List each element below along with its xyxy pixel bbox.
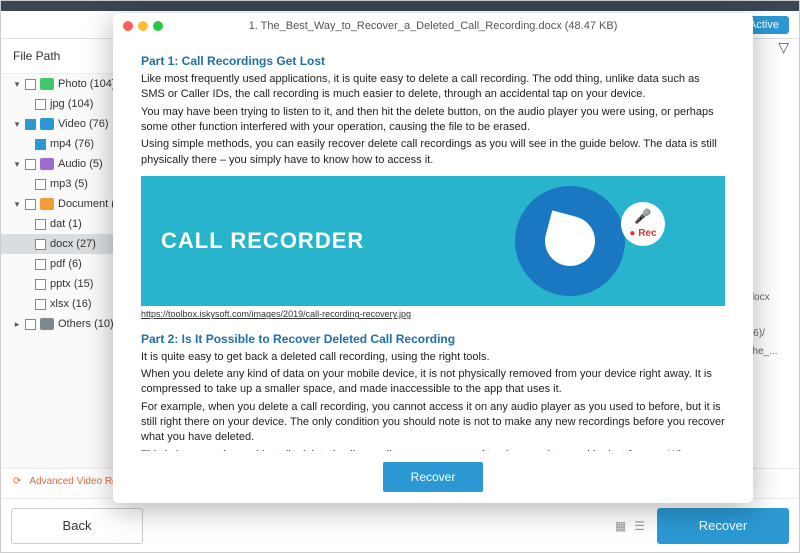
filter-icon[interactable]: ▽ <box>778 39 789 56</box>
heading-part1: Part 1: Call Recordings Get Lost <box>141 53 725 70</box>
modal-footer: Recover <box>113 451 753 503</box>
paragraph: For example, when you delete a call reco… <box>141 400 725 446</box>
tree-label: dat (1) <box>50 218 82 230</box>
tree-label: jpg (104) <box>50 98 93 110</box>
minimize-icon[interactable] <box>138 21 148 31</box>
checkbox[interactable] <box>35 299 46 310</box>
list-view-icon[interactable]: ☰ <box>634 519 645 533</box>
hero-image: CALL RECORDER 🎤● Rec <box>141 176 725 306</box>
mic-icon: 🎤 <box>634 207 651 227</box>
document-icon <box>40 198 54 210</box>
view-toggle[interactable]: ▦☰ <box>615 519 645 533</box>
checkbox[interactable] <box>35 279 46 290</box>
checkbox[interactable] <box>35 99 46 110</box>
grid-view-icon[interactable]: ▦ <box>615 519 626 533</box>
checkbox[interactable] <box>35 139 46 150</box>
chevron-right-icon: ▸ <box>13 319 21 330</box>
tree-label: mp3 (5) <box>50 178 88 190</box>
tree-label: pptx (15) <box>50 278 93 290</box>
phone-icon <box>539 211 600 272</box>
modal-title: 1. The_Best_Way_to_Recover_a_Deleted_Cal… <box>249 20 618 32</box>
traffic-lights <box>123 21 163 31</box>
recover-button[interactable]: Recover <box>657 508 789 544</box>
preview-modal: 1. The_Best_Way_to_Recover_a_Deleted_Cal… <box>113 13 753 503</box>
audio-icon <box>40 158 54 170</box>
back-button[interactable]: Back <box>11 508 143 544</box>
tree-label: Audio (5) <box>58 158 103 170</box>
phone-circle-icon <box>515 186 625 296</box>
checkbox[interactable] <box>25 159 36 170</box>
paragraph: When you delete any kind of data on your… <box>141 367 725 398</box>
tree-label: Video (76) <box>58 118 109 130</box>
checkbox[interactable] <box>25 119 36 130</box>
image-caption: https://toolbox.iskysoft.com/images/2019… <box>141 308 725 321</box>
tree-label: Others (10) <box>58 318 114 330</box>
tree-label: pdf (6) <box>50 258 82 270</box>
window-titlebar <box>1 1 799 11</box>
paragraph: Like most frequently used applications, … <box>141 72 725 103</box>
checkbox[interactable] <box>35 219 46 230</box>
checkbox[interactable] <box>25 199 36 210</box>
tree-label: Photo (104) <box>58 78 115 90</box>
rec-badge: 🎤● Rec <box>621 202 665 246</box>
checkbox[interactable] <box>25 79 36 90</box>
checkbox[interactable] <box>25 319 36 330</box>
paragraph: It is quite easy to get back a deleted c… <box>141 350 725 365</box>
paragraph: Using simple methods, you can easily rec… <box>141 137 725 168</box>
checkbox[interactable] <box>35 259 46 270</box>
paragraph: You may have been trying to listen to it… <box>141 105 725 136</box>
tree-label: mp4 (76) <box>50 138 94 150</box>
hero-text: CALL RECORDER <box>161 226 364 257</box>
tree-label: xlsx (16) <box>50 298 92 310</box>
rec-label: ● Rec <box>629 227 656 241</box>
modal-recover-button[interactable]: Recover <box>383 462 483 492</box>
modal-body[interactable]: Part 1: Call Recordings Get Lost Like mo… <box>113 39 753 451</box>
close-icon[interactable] <box>123 21 133 31</box>
others-icon <box>40 318 54 330</box>
chevron-down-icon: ▾ <box>13 119 21 130</box>
chevron-down-icon: ▾ <box>13 159 21 170</box>
chevron-down-icon: ▾ <box>13 199 21 210</box>
advanced-video-link[interactable]: Advanced Video Re <box>29 476 117 487</box>
maximize-icon[interactable] <box>153 21 163 31</box>
tree-label: docx (27) <box>50 238 96 250</box>
video-icon <box>40 118 54 130</box>
heading-part2: Part 2: Is It Possible to Recover Delete… <box>141 331 725 348</box>
tree-label: Document ( <box>58 198 115 210</box>
warning-icon: ⟳ <box>13 476 21 487</box>
modal-titlebar: 1. The_Best_Way_to_Recover_a_Deleted_Cal… <box>113 13 753 39</box>
checkbox[interactable] <box>35 239 46 250</box>
bottom-bar: Back ▦☰ Recover <box>1 498 799 552</box>
photo-icon <box>40 78 54 90</box>
chevron-down-icon: ▾ <box>13 79 21 90</box>
checkbox[interactable] <box>35 179 46 190</box>
